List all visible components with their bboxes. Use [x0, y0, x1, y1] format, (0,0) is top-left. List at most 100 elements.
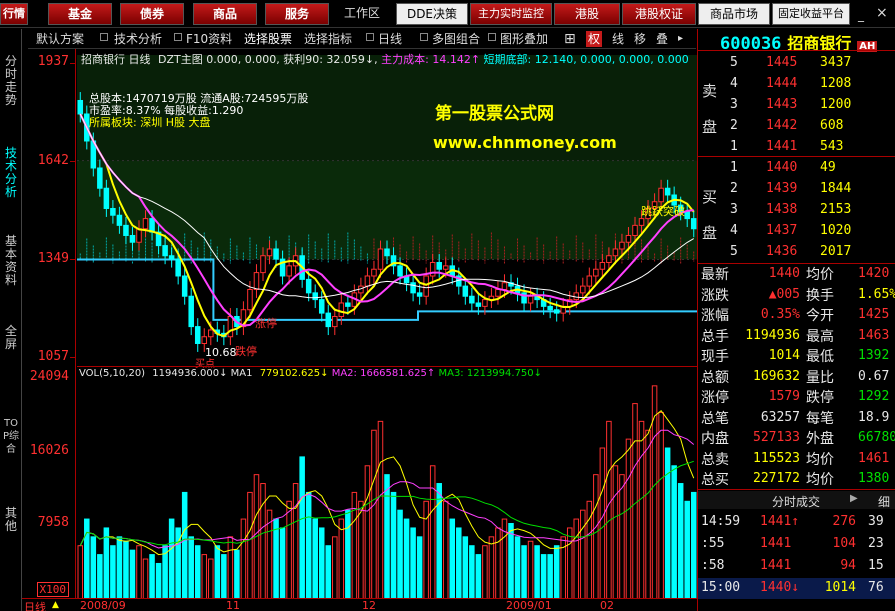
stat-key: 总买	[701, 472, 729, 488]
vol-value: 1194936.000↓	[152, 368, 228, 379]
tab-hk-stock[interactable]: 港股	[554, 3, 620, 25]
sell-row[interactable]: 5 1445 3437	[698, 53, 895, 74]
f10-button[interactable]: F10资料	[186, 31, 232, 47]
buy-row[interactable]: 3 1438 2153	[698, 200, 895, 221]
trade-price: 1440↓	[760, 580, 800, 595]
candle-body	[110, 207, 116, 216]
tab-dde[interactable]: DDE决策	[396, 3, 468, 25]
trade-volume: 276	[832, 514, 856, 529]
volume-bar	[364, 465, 371, 599]
toolbar-button-commodity[interactable]: 商品	[193, 3, 257, 25]
tab-fullscreen[interactable]: 全屏	[2, 325, 20, 351]
volume: 543	[820, 139, 844, 154]
toolbar-button-bond[interactable]: 债券	[120, 3, 184, 25]
buy-row[interactable]: 1 1440 49	[698, 158, 895, 179]
tab-fundamentals[interactable]: 基本资料	[2, 235, 20, 287]
stat-key: 最新	[701, 267, 729, 283]
trades-tab-bar: 分时成交 ▶ 细	[698, 491, 895, 509]
stat-value: 1194936	[745, 327, 800, 343]
period-label[interactable]: 日线	[24, 599, 46, 611]
candlestick-chart[interactable]: 招商银行 日线 DZT主图 0.000, 0.000, 获利90: 32.059…	[77, 49, 697, 370]
checkbox-icon[interactable]	[366, 33, 374, 41]
tab-top-overview[interactable]: TOP综合	[2, 417, 20, 456]
volume-bar	[469, 545, 475, 599]
volume-bar	[168, 518, 175, 599]
checkbox-icon[interactable]	[174, 33, 182, 41]
select-stock-button[interactable]: 选择股票	[244, 31, 292, 47]
scheme-button[interactable]: 默认方案	[36, 31, 84, 47]
volume-bar	[462, 536, 469, 599]
candle-body	[77, 99, 84, 115]
overlay-button[interactable]: 图形叠加	[500, 31, 548, 47]
buy-row[interactable]: 5 1436 2017	[698, 242, 895, 263]
tab-fixed-income[interactable]: 固定收益平台	[772, 3, 850, 25]
price: 1444	[766, 76, 798, 91]
stop-label: 跌停	[235, 345, 257, 358]
candle-body	[482, 299, 488, 307]
volume-chart[interactable]: VOL(5,10,20) 1194936.000↓ MA1 779102.625…	[77, 366, 697, 599]
workspace-label[interactable]: 工作区	[337, 3, 387, 25]
candle-body	[312, 292, 318, 301]
candle-body	[181, 275, 188, 297]
trade-price: 1441	[760, 536, 792, 551]
volume-bar	[527, 540, 534, 599]
tab-other[interactable]: 其他	[2, 507, 20, 533]
crosshair-icon[interactable]: ⊞	[564, 31, 576, 47]
candle-body	[162, 245, 168, 257]
checkbox-icon[interactable]	[420, 33, 428, 41]
volume: 3437	[820, 55, 852, 70]
toolbar-button-service[interactable]: 服务	[265, 3, 329, 25]
tab-trades[interactable]: 分时成交	[772, 493, 820, 510]
stack-button[interactable]: 叠	[656, 31, 668, 47]
tab-main-monitor[interactable]: 主力实时监控	[470, 3, 552, 25]
sell-row[interactable]: 2 1442 608	[698, 116, 895, 137]
volume: 608	[820, 118, 844, 133]
tab-hk-warrant[interactable]: 港股权证	[622, 3, 696, 25]
stat-key: 总笔	[701, 410, 729, 427]
candle-body	[345, 302, 351, 307]
select-indicator-button[interactable]: 选择指标	[304, 31, 352, 47]
trades-arrow-icon[interactable]: ▶	[850, 493, 858, 504]
buy-row[interactable]: 2 1439 1844	[698, 179, 895, 200]
period-arrow-icon[interactable]: ▲	[52, 600, 59, 610]
volume-bar	[234, 549, 240, 599]
sell-row[interactable]: 1 1441 543	[698, 137, 895, 158]
toolbar-button-fund[interactable]: 基金	[48, 3, 112, 25]
volume-bar	[142, 558, 149, 599]
checkbox-icon[interactable]	[488, 33, 496, 41]
sell-row[interactable]: 4 1444 1208	[698, 74, 895, 95]
volume-bar	[332, 536, 338, 599]
tech-analysis-button[interactable]: 技术分析	[114, 31, 162, 47]
checkbox-icon[interactable]	[100, 33, 108, 41]
trade-volume: 1014	[824, 580, 856, 595]
move-button[interactable]: 移	[634, 31, 646, 47]
stat-key: 最高	[806, 328, 834, 345]
buy-row[interactable]: 4 1437 1020	[698, 221, 895, 242]
period-button[interactable]: 日线	[378, 31, 402, 47]
trade-count: 23	[868, 536, 884, 551]
volume-bar	[645, 429, 651, 599]
candle-body	[612, 248, 619, 257]
toolbar-button-quotes[interactable]: 行情	[0, 3, 28, 25]
candle-body	[247, 288, 253, 311]
tab-detail[interactable]: 细	[878, 493, 890, 510]
tab-intraday[interactable]: 分时走势	[2, 55, 20, 107]
level: 5	[730, 55, 738, 70]
tab-commodity-market[interactable]: 商品市场	[698, 3, 770, 25]
level: 2	[730, 181, 738, 196]
volume-bar	[638, 420, 645, 599]
candle-body	[123, 224, 129, 236]
minimize-icon[interactable]: _	[858, 8, 872, 22]
expand-icon[interactable]: ▸	[678, 31, 683, 47]
adjust-button[interactable]: 权	[586, 31, 603, 47]
tab-technical[interactable]: 技术分析	[2, 147, 20, 199]
volume-bar	[384, 474, 390, 599]
close-icon[interactable]: ×	[876, 5, 890, 21]
price: 1438	[766, 202, 798, 217]
line-button[interactable]: 线	[612, 31, 624, 47]
stat-value: 63257	[760, 409, 800, 425]
multi-chart-button[interactable]: 多图组合	[432, 31, 480, 47]
trade-count: 39	[868, 514, 884, 529]
level: 5	[730, 244, 738, 259]
sell-row[interactable]: 3 1443 1200	[698, 95, 895, 116]
